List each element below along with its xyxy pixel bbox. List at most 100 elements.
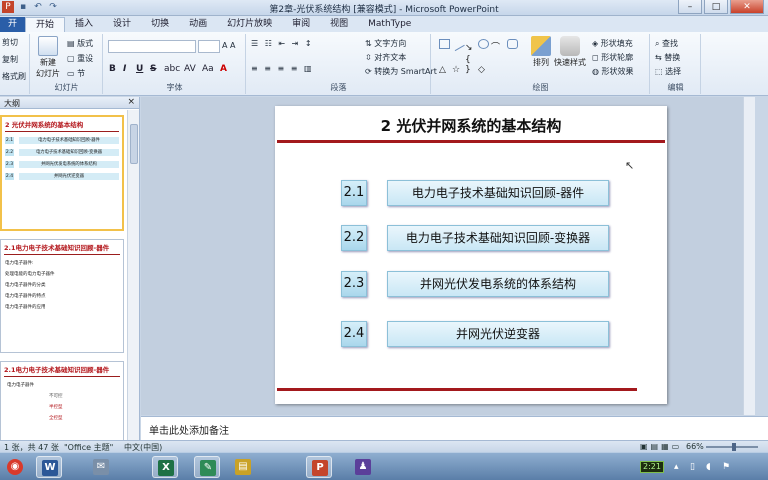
chrome-icon: ◉ bbox=[7, 459, 23, 475]
shape-fill-button[interactable]: ◈ 形状填充 bbox=[592, 38, 633, 49]
slide-scrollbar[interactable] bbox=[743, 97, 755, 415]
smartart-button[interactable]: ⟳ 转换为 SmartArt bbox=[365, 66, 437, 77]
shape-triangle-icon[interactable]: △ bbox=[439, 65, 450, 75]
shape-effects-button[interactable]: ◍ 形状效果 bbox=[592, 66, 634, 77]
item-number[interactable]: 2.1 bbox=[341, 180, 367, 206]
shape-arrow-icon[interactable]: ↘ bbox=[465, 43, 476, 53]
taskbar-folder[interactable]: ▤ bbox=[230, 456, 256, 478]
format-painter-button[interactable]: 格式刷 bbox=[2, 71, 26, 82]
slide-thumbnail-3[interactable]: 2.1电力电子技术基础知识回顾-器件 电力电子器件 不可控 半控型 全控型 bbox=[0, 361, 124, 440]
tab-file[interactable]: 开 bbox=[0, 17, 26, 32]
smartart-label: 转换为 SmartArt bbox=[374, 67, 437, 76]
slide[interactable]: 2 光伏并网系统的基本结构 2.1 电力电子技术基础知识回顾-器件 2.2 电力… bbox=[275, 106, 667, 404]
tab-transitions[interactable]: 切换 bbox=[141, 17, 179, 32]
shape-rect-icon[interactable] bbox=[439, 39, 450, 49]
font-name-field[interactable] bbox=[108, 40, 196, 53]
taskbar-mail[interactable]: ✉ bbox=[88, 456, 114, 478]
slide-thumbnail-2[interactable]: 2.1电力电子技术基础知识回顾-器件 电力电子器件: 处理电能的电力电子器件 电… bbox=[0, 239, 124, 353]
quick-styles-label: 快速样式 bbox=[554, 58, 586, 67]
taskbar-people[interactable]: ♟ bbox=[350, 456, 376, 478]
taskbar-word[interactable]: W bbox=[36, 456, 62, 478]
item-label[interactable]: 并网光伏逆变器 bbox=[387, 321, 609, 347]
tray-network-icon[interactable]: ▯ bbox=[690, 462, 695, 472]
taskbar-chrome[interactable]: ◉ bbox=[2, 456, 28, 478]
close-button[interactable]: ✕ bbox=[730, 0, 764, 14]
slide-title[interactable]: 2 光伏并网系统的基本结构 bbox=[275, 115, 667, 136]
tray-flag-icon[interactable]: ⚑ bbox=[722, 462, 730, 472]
powerpoint-icon: P bbox=[312, 460, 328, 476]
layout-button[interactable]: ▤ 版式 bbox=[67, 38, 93, 49]
taskbar-clock[interactable]: 2:21 bbox=[640, 461, 664, 473]
shapes-gallery[interactable]: ↘ ⌒ △ ☆{ } ◇ bbox=[438, 36, 520, 78]
cut-button[interactable]: 剪切 bbox=[2, 37, 18, 48]
view-buttons[interactable]: ▣▤▦▭ bbox=[640, 442, 682, 451]
notes-pane[interactable]: 单击此处添加备注 bbox=[141, 416, 768, 440]
taskbar-notes[interactable]: ✎ bbox=[194, 456, 220, 478]
bold-button[interactable]: B bbox=[109, 64, 116, 74]
font-size-field[interactable] bbox=[198, 40, 220, 53]
item-number[interactable]: 2.2 bbox=[341, 225, 367, 251]
thumb-label: 电力电子技术基础知识回顾-变换器 bbox=[19, 149, 119, 156]
tray-volume-icon[interactable]: ◖ bbox=[706, 462, 711, 472]
align-text-button[interactable]: ⇳ 对齐文本 bbox=[365, 52, 406, 63]
select-button[interactable]: ⬚ 选择 bbox=[655, 66, 681, 77]
reset-button[interactable]: ▢ 重设 bbox=[67, 53, 93, 64]
zoom-slider[interactable] bbox=[706, 443, 758, 451]
taskbar-excel[interactable]: X bbox=[152, 456, 178, 478]
shape-callout-icon[interactable]: ◇ bbox=[478, 65, 489, 75]
change-case-button[interactable]: Aa bbox=[202, 64, 214, 74]
text-direction-button[interactable]: ⇅ 文字方向 bbox=[365, 38, 406, 49]
slide-thumbnail-1[interactable]: 2 光伏并网系统的基本结构 2.1 电力电子技术基础知识回顾-器件 2.2 电力电子… bbox=[0, 115, 124, 231]
new-slide-button[interactable]: 新建 幻灯片 bbox=[31, 36, 65, 79]
item-number[interactable]: 2.3 bbox=[341, 271, 367, 297]
shape-line-icon[interactable] bbox=[450, 36, 465, 52]
shape-curve-icon[interactable]: ⌒ bbox=[491, 40, 502, 53]
tab-mathtype[interactable]: MathType bbox=[358, 17, 421, 32]
list-buttons[interactable]: ☰ ☷ ⇤ ⇥ ↕ bbox=[251, 39, 314, 48]
outline-tab[interactable]: 大纲 bbox=[4, 98, 20, 109]
word-icon: W bbox=[42, 460, 58, 476]
tab-design[interactable]: 设计 bbox=[103, 17, 141, 32]
scrollbar-thumb[interactable] bbox=[130, 124, 138, 164]
tray-up-icon[interactable]: ▴ bbox=[674, 462, 679, 472]
zoom-slider-knob[interactable] bbox=[732, 443, 736, 451]
quick-styles-button[interactable]: 快速样式 bbox=[552, 36, 588, 68]
taskbar-powerpoint[interactable]: P bbox=[306, 456, 332, 478]
zoom-level[interactable]: 66% bbox=[686, 442, 704, 451]
maximize-button[interactable]: □ bbox=[704, 0, 728, 14]
slides-pane-scrollbar[interactable] bbox=[127, 110, 139, 440]
tab-home[interactable]: 开始 bbox=[25, 17, 66, 32]
shadow-button[interactable]: abc bbox=[164, 64, 180, 74]
strikethrough-button[interactable]: S bbox=[150, 64, 156, 74]
notes-placeholder[interactable]: 单击此处添加备注 bbox=[149, 422, 229, 437]
tab-slideshow[interactable]: 幻灯片放映 bbox=[217, 17, 282, 32]
underline-button[interactable]: U bbox=[136, 64, 143, 74]
thumb-title: 2 光伏并网系统的基本结构 bbox=[5, 121, 84, 129]
item-label[interactable]: 并网光伏发电系统的体系结构 bbox=[387, 271, 609, 297]
item-label[interactable]: 电力电子技术基础知识回顾-器件 bbox=[387, 180, 609, 206]
shape-brace-icon[interactable]: { } bbox=[465, 55, 476, 75]
grow-font-icon[interactable]: A A bbox=[222, 41, 236, 50]
replace-button[interactable]: ⇆ 替换 bbox=[655, 52, 680, 63]
pane-close-icon[interactable]: × bbox=[127, 97, 135, 107]
tab-view[interactable]: 视图 bbox=[320, 17, 358, 32]
find-button[interactable]: ⌕ 查找 bbox=[655, 38, 678, 49]
minimize-button[interactable]: – bbox=[678, 0, 702, 14]
slides-group-label: 幻灯片 bbox=[54, 83, 79, 92]
tab-review[interactable]: 审阅 bbox=[282, 17, 320, 32]
item-number[interactable]: 2.4 bbox=[341, 321, 367, 347]
item-label[interactable]: 电力电子技术基础知识回顾-变换器 bbox=[387, 225, 609, 251]
align-buttons[interactable]: ≡ ≡ ≡ ≡ ▥ bbox=[251, 64, 314, 73]
shape-oval-icon[interactable] bbox=[478, 39, 489, 49]
char-spacing-button[interactable]: AV bbox=[184, 64, 196, 74]
tab-insert[interactable]: 插入 bbox=[65, 17, 103, 32]
copy-button[interactable]: 复制 bbox=[2, 54, 18, 65]
thumb-bullet: 处理电能的电力电子器件 bbox=[5, 272, 55, 277]
shape-outline-button[interactable]: ◻ 形状轮廓 bbox=[592, 52, 633, 63]
tab-animations[interactable]: 动画 bbox=[179, 17, 217, 32]
section-button[interactable]: ▭ 节 bbox=[67, 68, 85, 79]
italic-button[interactable]: I bbox=[123, 64, 126, 74]
shape-star-icon[interactable]: ☆ bbox=[452, 65, 463, 75]
font-color-button[interactable]: A bbox=[220, 64, 227, 74]
shape-rounded-icon[interactable] bbox=[506, 39, 518, 49]
